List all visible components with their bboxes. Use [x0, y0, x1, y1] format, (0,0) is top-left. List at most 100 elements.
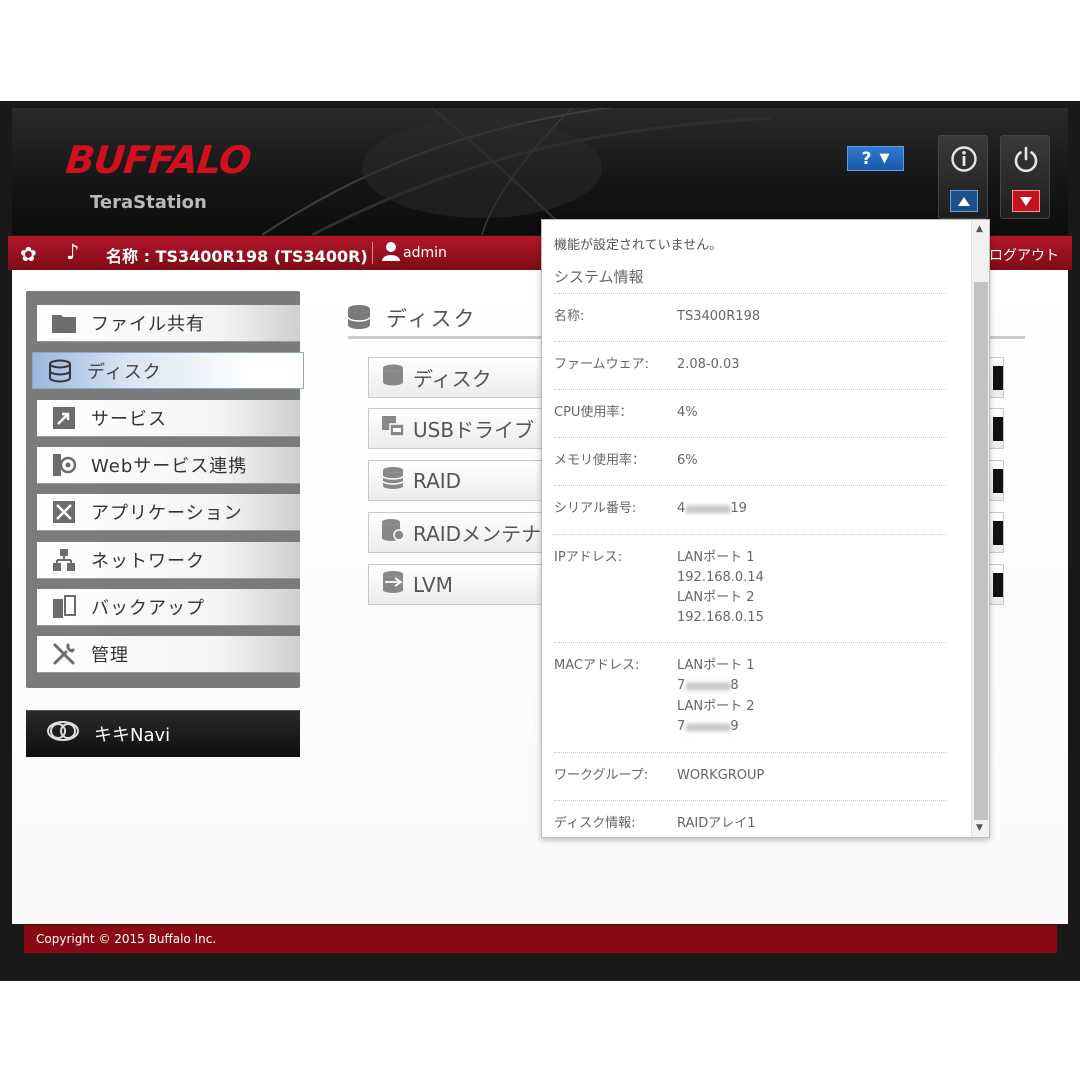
sidebar-item-label: 管理 [91, 645, 129, 666]
scroll-down-icon[interactable]: ▼ [976, 823, 983, 833]
popup-scrollbar[interactable]: ▲ ▼ [971, 220, 989, 837]
service-icon [51, 406, 77, 430]
sidebar-item-label: ディスク [87, 361, 162, 383]
info-value-line: 7▮▮▮▮▮▮▮▮▮▮9 [677, 719, 739, 734]
product-name: TeraStation [90, 192, 207, 213]
user-icon [382, 241, 400, 266]
sidebar-item-disk[interactable]: ディスク [32, 352, 304, 389]
user-name: admin [403, 245, 447, 261]
info-value: WORKGROUP [677, 766, 764, 786]
header: BUFFALO TeraStation ? ▼ [12, 108, 1068, 235]
info-value-line: LANポート 2 [677, 699, 755, 714]
usb-drive-icon [379, 414, 407, 443]
sidebar-item-label: Webサービス連携 [91, 456, 248, 477]
info-value-line: 4▮▮▮▮▮▮▮▮▮▮19 [677, 501, 747, 516]
raid-icon [379, 466, 407, 495]
info-value-line: 6% [677, 453, 698, 468]
info-value-line: LANポート 1 [677, 550, 755, 565]
item-edge [993, 573, 1003, 597]
info-row: CPU使用率： 4% [554, 389, 946, 437]
info-value-line: 4% [677, 405, 698, 420]
info-value: 2.08-0.03 [677, 355, 740, 375]
kikinavi-label: キキNavi [94, 725, 171, 746]
kikinavi-button[interactable]: キキNavi [26, 710, 300, 757]
backup-icon [51, 595, 77, 619]
info-value: LANポート 1 192.168.0.14 LANポート 2 192.168.0.15 [677, 548, 764, 628]
info-value: RAIDアレイ1 0.0 GB / 3598.4 GB (0.0%) [677, 814, 849, 837]
menu-item-label: RAIDメンテナ [413, 522, 542, 546]
kikinavi-icon [46, 719, 80, 749]
copyright: Copyright © 2015 Buffalo Inc. [36, 932, 217, 946]
gear-icon[interactable]: ✿ [20, 242, 37, 266]
disk-icon [47, 359, 73, 383]
info-key: IPアドレス: [554, 550, 623, 565]
triangle-down-icon [1020, 196, 1032, 206]
sidebar-item-backup[interactable]: バックアップ [37, 589, 300, 626]
sidebar-item-label: アプリケーション [91, 503, 243, 524]
info-key: メモリ使用率： [554, 453, 646, 468]
info-row: ディスク情報: RAIDアレイ1 0.0 GB / 3598.4 GB (0.0%) [554, 800, 946, 837]
sidebar-item-network[interactable]: ネットワーク [37, 542, 300, 579]
system-info-popup: 機能が設定されていません。 システム情報 名称: TS3400R198 ファームウェ… [541, 219, 990, 838]
info-key: CPU使用率： [554, 405, 633, 420]
sidebar-item-web-service[interactable]: Webサービス連携 [37, 447, 300, 484]
lvm-icon [379, 570, 407, 599]
info-key: ファームウェア: [554, 357, 649, 372]
info-value-line: LANポート 2 [677, 590, 755, 605]
popup-message: 機能が設定されていません。 [554, 238, 723, 253]
sidebar-item-service[interactable]: サービス [37, 400, 300, 437]
sidebar-item-label: バックアップ [91, 598, 205, 619]
info-value-line: WORKGROUP [677, 768, 765, 783]
info-value: 4▮▮▮▮▮▮▮▮▮▮19 [677, 499, 747, 520]
info-row: 名称: TS3400R198 [554, 293, 946, 341]
tools-icon [51, 642, 77, 666]
info-value: 6% [677, 451, 698, 471]
application-icon [51, 500, 77, 524]
scroll-up-icon[interactable]: ▲ [976, 224, 983, 234]
item-edge [993, 521, 1003, 545]
info-key: 名称: [554, 309, 585, 324]
info-button[interactable] [938, 135, 988, 219]
network-icon [51, 548, 77, 572]
info-value-line: RAIDアレイ1 [677, 816, 756, 831]
music-note-icon[interactable]: ♪ [66, 240, 79, 264]
info-row: シリアル番号: 4▮▮▮▮▮▮▮▮▮▮19 [554, 485, 946, 534]
info-key: MACアドレス: [554, 658, 640, 673]
power-menu-arrow[interactable] [1012, 190, 1040, 212]
buffalo-logo: BUFFALO [63, 138, 253, 182]
menu-item-label: ディスク [413, 367, 492, 391]
info-key: ワークグループ: [554, 768, 649, 783]
info-value-line: LANポート 1 [677, 658, 755, 673]
sidebar-item-application[interactable]: アプリケーション [37, 494, 300, 531]
web-service-icon [51, 453, 77, 477]
info-value-line: 192.168.0.14 [677, 570, 764, 585]
info-value-line: 0.0 GB / 3598.4 GB (0.0%) [677, 834, 849, 837]
sidebar: ファイル共有 ディスク サービス Webサービス連携 アプリケーション ネットワ… [26, 291, 304, 688]
menu-item-label: LVM [413, 572, 453, 597]
help-button[interactable]: ? ▼ [847, 146, 904, 171]
info-collapse-arrow[interactable] [950, 190, 978, 212]
power-button[interactable] [1000, 135, 1050, 219]
logout-link[interactable]: ログアウト [989, 245, 1059, 265]
chevron-down-icon: ▼ [879, 151, 890, 166]
info-row: ワークグループ: WORKGROUP [554, 752, 946, 800]
info-value-line: 2.08-0.03 [677, 357, 740, 372]
info-value: 4% [677, 403, 698, 423]
info-value-line: 7▮▮▮▮▮▮▮▮▮▮8 [677, 678, 739, 693]
scrollbar-thumb[interactable] [974, 282, 988, 820]
menu-item-label: RAID [413, 468, 462, 493]
popup-heading: システム情報 [554, 268, 644, 286]
info-key: ディスク情報: [554, 816, 636, 831]
item-edge [993, 366, 1003, 390]
info-row: MACアドレス: LANポート 1 7▮▮▮▮▮▮▮▮▮▮8 LANポート 2 7▮▮▮… [554, 642, 946, 752]
system-info-list: 名称: TS3400R198 ファームウェア: 2.08-0.03 CPU使用率： 4% メ… [554, 293, 946, 837]
device-name: 名称 : TS3400R198 (TS3400R) [106, 247, 368, 266]
info-row: メモリ使用率： 6% [554, 437, 946, 485]
disk-icon [379, 363, 407, 392]
sidebar-item-management[interactable]: 管理 [37, 636, 300, 673]
info-key: シリアル番号: [554, 501, 637, 516]
footer: Copyright © 2015 Buffalo Inc. [24, 925, 1057, 953]
info-value: TS3400R198 [677, 307, 760, 327]
sidebar-item-file-share[interactable]: ファイル共有 [37, 305, 300, 342]
info-row: ファームウェア: 2.08-0.03 [554, 341, 946, 389]
